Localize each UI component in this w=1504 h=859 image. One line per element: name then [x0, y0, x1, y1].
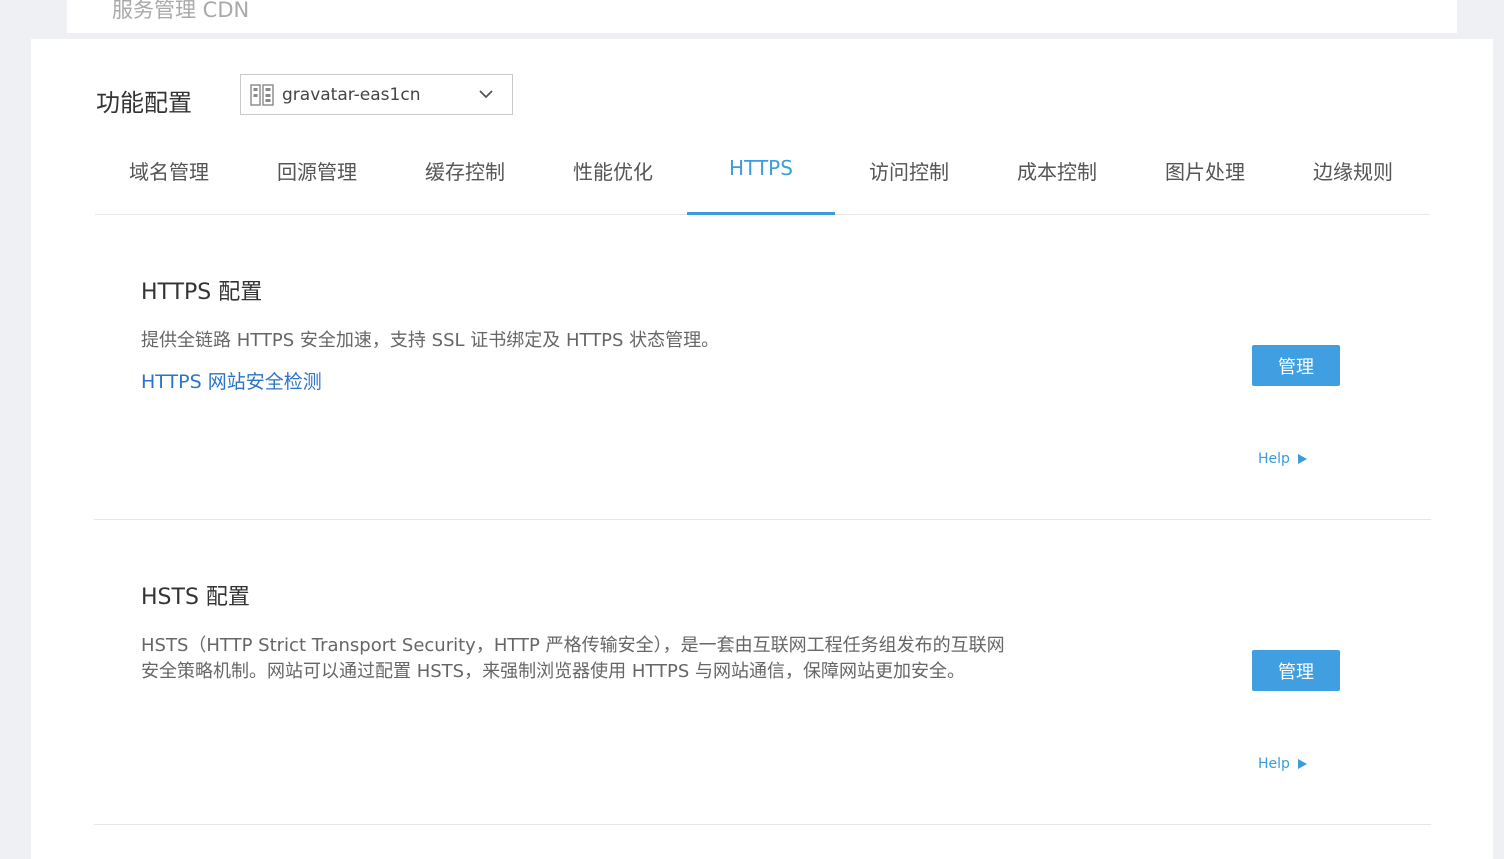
- tab-label: 缓存控制: [425, 160, 505, 184]
- help-label: Help: [1258, 451, 1290, 467]
- tab-image-processing[interactable]: 图片处理: [1131, 139, 1279, 214]
- main-card: 功能配置 gravatar-eas1cn 域名管理 回源管理 缓存控制 性能优化…: [31, 39, 1493, 859]
- tab-domain-management[interactable]: 域名管理: [95, 139, 243, 214]
- description-line: HSTS（HTTP Strict Transport Security，HTTP…: [141, 635, 1005, 656]
- domain-select-value: gravatar-eas1cn: [282, 84, 421, 105]
- https-config-section: HTTPS 配置 提供全链路 HTTPS 安全加速，支持 SSL 证书绑定及 H…: [94, 215, 1431, 520]
- section-title: HTTPS 配置: [141, 280, 263, 305]
- https-help-link[interactable]: Help: [1258, 451, 1307, 467]
- tab-origin-management[interactable]: 回源管理: [243, 139, 391, 214]
- tab-edge-rules[interactable]: 边缘规则: [1279, 139, 1427, 214]
- help-label: Help: [1258, 756, 1290, 772]
- page-title: 功能配置: [96, 89, 192, 117]
- tab-label: 性能优化: [573, 160, 653, 184]
- hsts-config-section: HSTS 配置 HSTS（HTTP Strict Transport Secur…: [94, 520, 1431, 825]
- tab-performance[interactable]: 性能优化: [539, 139, 687, 214]
- breadcrumb: 服务管理 CDN: [112, 0, 250, 22]
- tab-label: 边缘规则: [1313, 160, 1393, 184]
- top-header-strip: 服务管理 CDN: [67, 0, 1457, 33]
- domain-select[interactable]: gravatar-eas1cn: [240, 74, 513, 115]
- hsts-manage-button[interactable]: 管理: [1252, 650, 1340, 691]
- tab-cache-control[interactable]: 缓存控制: [391, 139, 539, 214]
- triangle-right-icon: [1297, 759, 1307, 769]
- tab-label: 图片处理: [1165, 160, 1245, 184]
- tab-label: 访问控制: [869, 160, 949, 184]
- tab-label: 回源管理: [277, 160, 357, 184]
- https-manage-button[interactable]: 管理: [1252, 345, 1340, 386]
- tab-label: HTTPS: [729, 156, 793, 180]
- triangle-right-icon: [1297, 454, 1307, 464]
- tab-access-control[interactable]: 访问控制: [835, 139, 983, 214]
- https-security-check-link[interactable]: HTTPS 网站安全检测: [141, 367, 322, 394]
- section-title: HSTS 配置: [141, 585, 250, 610]
- section-description: HSTS（HTTP Strict Transport Security，HTTP…: [141, 633, 1005, 685]
- tab-https[interactable]: HTTPS: [687, 139, 835, 215]
- section-description: 提供全链路 HTTPS 安全加速，支持 SSL 证书绑定及 HTTPS 状态管理…: [141, 330, 720, 351]
- chevron-down-icon[interactable]: [476, 85, 496, 105]
- tab-cost-control[interactable]: 成本控制: [983, 139, 1131, 214]
- feature-tabs: 域名管理 回源管理 缓存控制 性能优化 HTTPS 访问控制 成本控制 图片处理…: [95, 139, 1429, 215]
- tab-label: 成本控制: [1017, 160, 1097, 184]
- hsts-help-link[interactable]: Help: [1258, 756, 1307, 772]
- tab-label: 域名管理: [129, 160, 209, 184]
- description-line: 安全策略机制。网站可以通过配置 HSTS，来强制浏览器使用 HTTPS 与网站通…: [141, 661, 966, 682]
- domain-icon: [249, 83, 275, 106]
